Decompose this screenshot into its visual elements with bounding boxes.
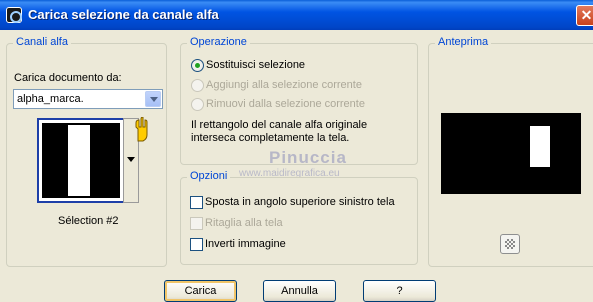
replace-selection-radio[interactable]	[191, 59, 204, 72]
preview-canvas	[441, 113, 581, 194]
load-button[interactable]: Carica	[164, 280, 237, 302]
operation-legend: Operazione	[187, 36, 250, 48]
info-text-line2: interseca completamente la tela.	[191, 132, 350, 144]
invert-image-checkbox[interactable]	[190, 238, 203, 251]
window-title: Carica selezione da canale alfa	[28, 7, 219, 22]
document-select-value: alpha_marca.	[17, 93, 84, 105]
info-text-line1: Il rettangolo del canale alfa originale	[191, 119, 368, 131]
preview-legend: Anteprima	[435, 36, 492, 48]
add-selection-label: Aggiungi alla selezione corrente	[206, 79, 362, 91]
zoom-preview-icon[interactable]	[500, 234, 520, 254]
selection-name: Sélection #2	[58, 215, 119, 227]
move-top-left-label[interactable]: Sposta in angolo superiore sinistro tela	[205, 196, 395, 208]
move-top-left-checkbox[interactable]	[190, 196, 203, 209]
remove-selection-radio	[191, 98, 204, 111]
options-legend: Opzioni	[187, 170, 231, 182]
app-icon	[6, 7, 22, 23]
hand-pointer-icon	[135, 117, 148, 142]
add-selection-radio	[191, 79, 204, 92]
channel-thumbnail[interactable]	[37, 118, 125, 203]
crop-to-canvas-checkbox	[190, 217, 203, 230]
help-button[interactable]: ?	[363, 280, 436, 302]
document-select[interactable]: alpha_marca.	[13, 89, 163, 109]
channel-thumbnail-image	[42, 123, 120, 198]
replace-selection-label[interactable]: Sostituisci selezione	[206, 59, 305, 71]
invert-image-label[interactable]: Inverti immagine	[205, 238, 286, 250]
cancel-button[interactable]: Annulla	[263, 280, 336, 302]
close-button[interactable]: ✕	[576, 5, 593, 26]
alpha-channels-legend: Canali alfa	[13, 36, 71, 48]
crop-to-canvas-label: Ritaglia alla tela	[205, 217, 283, 229]
title-bar: Carica selezione da canale alfa ✕	[0, 0, 593, 30]
remove-selection-label: Rimuovi dalla selezione corrente	[206, 98, 365, 110]
load-document-label: Carica documento da:	[14, 72, 122, 84]
watermark-name: Pinuccia	[269, 148, 347, 167]
chevron-down-icon[interactable]	[145, 91, 161, 107]
